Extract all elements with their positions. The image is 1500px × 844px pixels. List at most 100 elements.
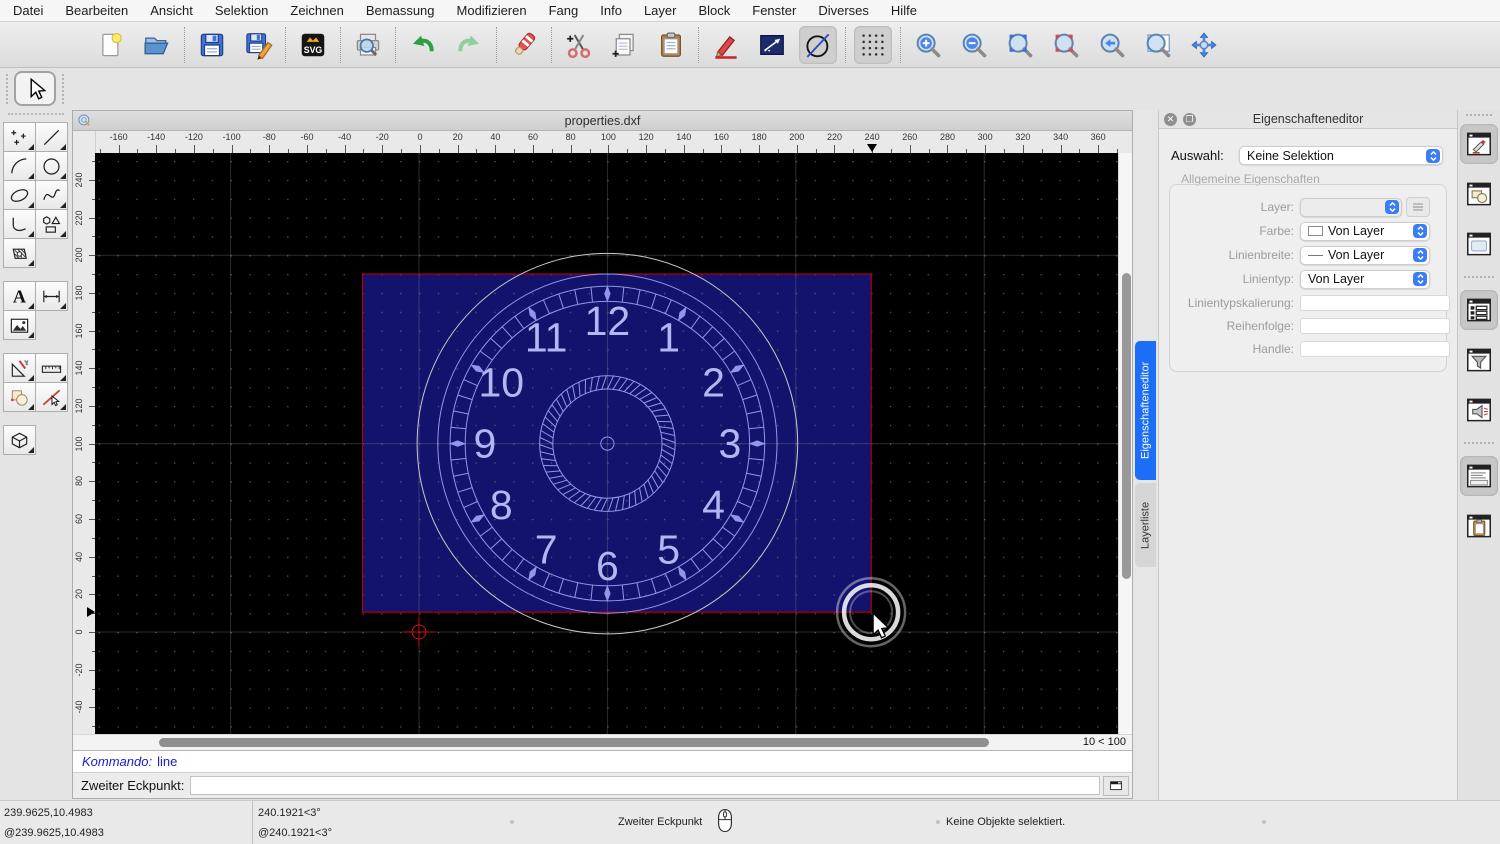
palette-button-spline[interactable] [35,180,68,210]
linewidth-select[interactable]: Von Layer [1300,246,1430,265]
toolbar-button-save-as[interactable] [239,26,277,64]
menu-item-layer[interactable]: Layer [633,0,688,21]
palette-button-delete-entity[interactable] [35,382,68,412]
dock-button-list-dock[interactable] [1460,290,1498,330]
dock-button-shapes-dock[interactable] [1460,174,1498,214]
menu-item-ansicht[interactable]: Ansicht [139,0,204,21]
toolbar-button-svg-export[interactable]: SVG [294,26,332,64]
toolbar-button-redo[interactable] [450,26,488,64]
palette-button-cad-tools[interactable] [3,353,36,383]
palette-button-image[interactable] [3,310,36,340]
linetype-select[interactable]: Von Layer [1300,270,1430,289]
menu-item-block[interactable]: Block [687,0,741,21]
vertical-scrollbar[interactable] [1118,153,1132,734]
linetypescale-field[interactable] [1300,295,1450,311]
layer-menu-button[interactable] [1406,197,1430,217]
toolbar-button-undo[interactable] [404,26,442,64]
palette-button-shapes[interactable] [35,209,68,239]
palette-button-line[interactable] [35,122,68,152]
palette-button-measure[interactable] [35,353,68,383]
pencil-draw-icon [711,30,741,60]
close-icon[interactable]: ✕ [1164,113,1177,126]
menu-item-selektion[interactable]: Selektion [204,0,279,21]
toolbar-button-copy[interactable] [606,26,644,64]
dock-button-blank-dock[interactable] [1460,224,1498,264]
dock-button-filter-dock[interactable] [1460,340,1498,380]
eraser-icon [509,30,539,60]
tab-eigenschafteneditor[interactable]: Eigenschafteneditor [1135,341,1156,480]
drawing-canvas[interactable]: 121234567891011 [95,153,1118,734]
menu-item-fenster[interactable]: Fenster [741,0,807,21]
toolbar-button-open-folder[interactable] [138,26,176,64]
toolbar-button-zoom-select[interactable] [1047,26,1085,64]
palette-button-ellipse[interactable] [3,180,36,210]
zoom-window-icon [1143,30,1173,60]
toolbar-button-pan[interactable] [1185,26,1223,64]
right-dock-toolbar [1457,110,1500,800]
palette-button-arc[interactable] [3,151,36,181]
menu-item-datei[interactable]: Datei [2,0,54,21]
h-ruler-major-tick [608,145,609,153]
box-3d-icon [8,429,31,452]
toolbar-button-eraser[interactable] [505,26,543,64]
handle-field[interactable] [1300,341,1450,357]
menu-item-zeichnen[interactable]: Zeichnen [279,0,354,21]
selection-tool-button[interactable] [14,71,56,106]
toolbar-button-zoom-window[interactable] [1139,26,1177,64]
toolbar-button-zoom-out[interactable] [955,26,993,64]
toolbar-button-pencil-draw[interactable] [707,26,745,64]
menu-item-bemassung[interactable]: Bemassung [355,0,446,21]
dock-button-clipboard-dock[interactable] [1460,506,1498,546]
palette-button-circle[interactable] [35,151,68,181]
palette-button-dimension[interactable] [35,281,68,311]
color-select[interactable]: Von Layer [1300,222,1430,241]
dock-button-block-dock[interactable] [1460,390,1498,430]
toolbar-button-paste[interactable] [652,26,690,64]
vertical-scrollbar-thumb[interactable] [1122,273,1131,579]
h-ruler-label: 200 [780,132,814,142]
dock-button-pen-dock[interactable] [1460,124,1498,164]
toolbar-button-grid-toggle[interactable] [854,26,892,64]
tab-layerliste[interactable]: Layerliste [1135,483,1156,567]
toolbar-drag-handle[interactable] [62,74,64,104]
h-ruler-major-tick [458,145,459,153]
toolbar-button-cut[interactable] [560,26,598,64]
toolbar-drag-handle[interactable] [6,74,8,104]
toolbar-button-new-file[interactable] [92,26,130,64]
toolbar-button-zoom-auto[interactable] [1001,26,1039,64]
dock-button-command-dock[interactable] [1460,456,1498,496]
order-field[interactable] [1300,318,1450,334]
menu-item-info[interactable]: Info [589,0,633,21]
toolbar-button-zoom-previous[interactable] [1093,26,1131,64]
drawing-window-titlebar[interactable]: properties.dxf [73,111,1132,131]
menu-item-hilfe[interactable]: Hilfe [880,0,928,21]
horizontal-scrollbar[interactable]: 10 < 100 [73,734,1132,750]
command-window-button[interactable] [1103,776,1129,796]
palette-button-box-3d[interactable] [3,425,36,455]
toolbar-button-circle-line-tool[interactable] [799,26,837,64]
selection-select[interactable]: Keine Selektion [1239,146,1443,165]
menu-item-diverses[interactable]: Diverses [807,0,880,21]
absolute-coordinate: 239.9625,10.4983 [4,807,93,819]
horizontal-scrollbar-thumb[interactable] [159,738,989,747]
menu-item-bearbeiten[interactable]: Bearbeiten [54,0,139,21]
palette-button-points[interactable] [3,122,36,152]
toolbar-button-line-tool[interactable] [753,26,791,64]
toolbar-button-zoom-in[interactable] [909,26,947,64]
zoom-select-icon [1051,30,1081,60]
toolbar-button-save[interactable] [193,26,231,64]
palette-button-hatch[interactable] [3,238,36,268]
menu-item-fang[interactable]: Fang [538,0,590,21]
toolbar-button-print-preview[interactable] [349,26,387,64]
detach-icon[interactable]: ❐ [1183,113,1196,126]
layer-select[interactable] [1300,198,1402,217]
dock-drag-handle[interactable] [1466,114,1492,116]
menu-item-modifizieren[interactable]: Modifizieren [446,0,538,21]
h-ruler-label: 280 [930,132,964,142]
palette-button-explode[interactable] [3,382,36,412]
palette-button-text[interactable]: A [3,281,36,311]
palette-button-polyline[interactable] [3,209,36,239]
command-input[interactable] [190,776,1100,795]
relative-coordinate: @239.9625,10.4983 [4,827,104,839]
h-ruler-label: -60 [290,132,324,142]
